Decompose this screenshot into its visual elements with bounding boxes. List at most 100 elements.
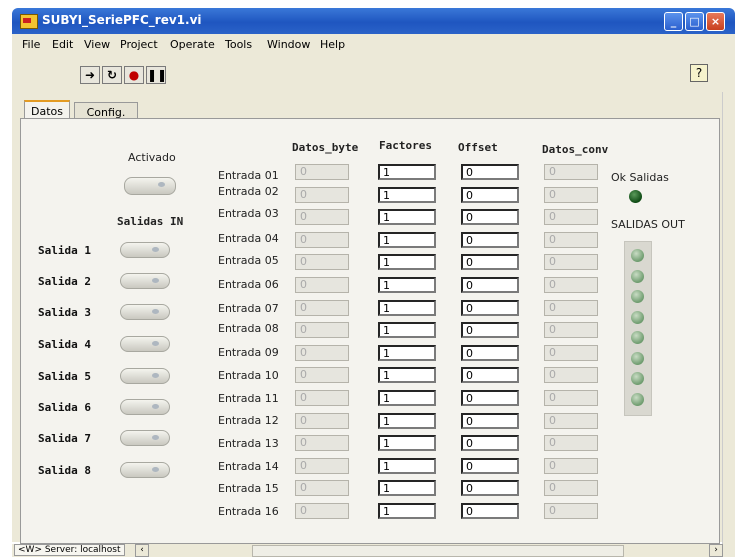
factores-field[interactable]: 1 [378,345,436,361]
run-continuously-icon[interactable]: ↻ [102,66,122,84]
factores-field[interactable]: 1 [378,254,436,270]
close-button[interactable]: × [706,12,725,31]
entrada-label: Entrada 01 [218,169,279,182]
datos-conv-field: 0 [544,254,598,270]
datos-byte-field: 0 [295,277,349,293]
entrada-label: Entrada 13 [218,437,279,450]
factores-field[interactable]: 1 [378,300,436,316]
offset-field[interactable]: 0 [461,367,519,383]
factores-field[interactable]: 1 [378,435,436,451]
factores-field[interactable]: 1 [378,458,436,474]
salida-out-led [631,290,644,303]
salidas-out-label: SALIDAS OUT [611,218,685,231]
datos-byte-field: 0 [295,322,349,338]
datos-conv-field: 0 [544,390,598,406]
datos-byte-field: 0 [295,458,349,474]
datos-conv-field: 0 [544,164,598,180]
title-bar: SUBYI_SeriePFC_rev1.vi _ □ × [12,8,735,34]
window-title: SUBYI_SeriePFC_rev1.vi [42,13,202,27]
factores-field[interactable]: 1 [378,413,436,429]
offset-field[interactable]: 0 [461,503,519,519]
datos-byte-field: 0 [295,209,349,225]
menu-edit[interactable]: Edit [52,38,73,51]
run-arrow-icon[interactable]: ➜ [80,66,100,84]
menu-help[interactable]: Help [320,38,345,51]
menu-window[interactable]: Window [267,38,310,51]
offset-field[interactable]: 0 [461,254,519,270]
salida-in-switch[interactable] [120,336,170,352]
factores-field[interactable]: 1 [378,187,436,203]
server-status: <W> Server: localhost [14,544,125,556]
offset-field[interactable]: 0 [461,300,519,316]
salida-in-switch[interactable] [120,273,170,289]
salida-out-led [631,331,644,344]
datos-conv-field: 0 [544,367,598,383]
ok-salidas-label: Ok Salidas [611,171,669,184]
factores-field[interactable]: 1 [378,209,436,225]
offset-field[interactable]: 0 [461,187,519,203]
salida-in-switch[interactable] [120,430,170,446]
offset-field[interactable]: 0 [461,322,519,338]
datos-byte-field: 0 [295,300,349,316]
offset-field[interactable]: 0 [461,390,519,406]
salida-label: Salida 7 [38,432,91,445]
salida-in-switch[interactable] [120,304,170,320]
entrada-label: Entrada 06 [218,278,279,291]
factores-field[interactable]: 1 [378,322,436,338]
datos-conv-field: 0 [544,232,598,248]
toolbar: ➜ ↻ ● ❚❚ ? [12,54,735,93]
minimize-button[interactable]: _ [664,12,683,31]
datos-conv-field: 0 [544,322,598,338]
offset-field[interactable]: 0 [461,277,519,293]
factores-field[interactable]: 1 [378,232,436,248]
vertical-scrollbar[interactable] [722,92,735,544]
menu-operate[interactable]: Operate [170,38,215,51]
datos-byte-field: 0 [295,413,349,429]
abort-icon[interactable]: ● [124,66,144,84]
factores-field[interactable]: 1 [378,367,436,383]
factores-field[interactable]: 1 [378,164,436,180]
menu-tools[interactable]: Tools [225,38,252,51]
datos-conv-field: 0 [544,435,598,451]
pause-icon[interactable]: ❚❚ [146,66,167,84]
datos-byte-field: 0 [295,345,349,361]
datos-conv-field: 0 [544,277,598,293]
menu-view[interactable]: View [84,38,110,51]
factores-field[interactable]: 1 [378,503,436,519]
offset-field[interactable]: 0 [461,209,519,225]
salida-in-switch[interactable] [120,462,170,478]
offset-field[interactable]: 0 [461,413,519,429]
factores-field[interactable]: 1 [378,390,436,406]
factores-field[interactable]: 1 [378,277,436,293]
salidas-in-label: Salidas IN [117,215,184,228]
salida-out-led [631,249,644,262]
salida-label: Salida 8 [38,464,91,477]
offset-field[interactable]: 0 [461,345,519,361]
offset-field[interactable]: 0 [461,435,519,451]
horizontal-scrollbar[interactable] [252,545,624,557]
salida-out-led [631,351,644,365]
factores-header: Factores [379,139,432,152]
menu-file[interactable]: File [22,38,40,51]
datos-byte-field: 0 [295,367,349,383]
scroll-right-icon[interactable]: › [709,544,723,557]
offset-field[interactable]: 0 [461,232,519,248]
offset-field[interactable]: 0 [461,458,519,474]
scroll-left-icon[interactable]: ‹ [135,544,149,557]
salida-in-switch[interactable] [120,242,170,258]
factores-field[interactable]: 1 [378,480,436,496]
context-help-button[interactable]: ? [690,64,708,82]
salida-in-switch[interactable] [120,399,170,415]
offset-field[interactable]: 0 [461,164,519,180]
datos-conv-field: 0 [544,480,598,496]
status-bar: <W> Server: localhost ‹ › [12,544,735,557]
salidas-out-array [624,241,652,416]
salida-in-switch[interactable] [120,368,170,384]
activado-switch[interactable] [124,177,176,195]
maximize-button[interactable]: □ [685,12,704,31]
salida-label: Salida 5 [38,370,91,383]
salida-out-led [631,310,644,324]
menu-project[interactable]: Project [120,38,158,51]
offset-field[interactable]: 0 [461,480,519,496]
datos-byte-field: 0 [295,435,349,451]
